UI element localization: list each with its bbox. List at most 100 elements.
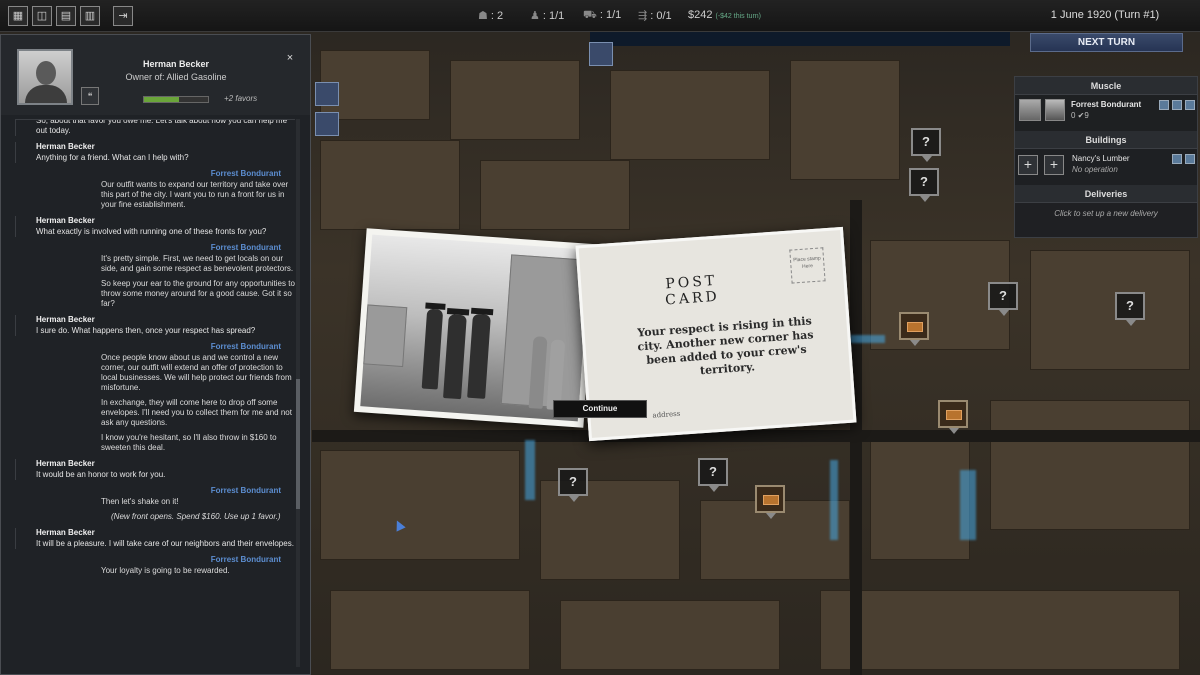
speaker-name: Herman Becker	[36, 216, 95, 225]
muscle-row[interactable]: Forrest Bondurant 0 ✔9	[1015, 95, 1197, 131]
person-icon[interactable]	[1185, 154, 1195, 164]
turn-date: 1 June 1920 (Turn #1)	[1050, 9, 1160, 21]
deliveries-header: Deliveries	[1015, 185, 1197, 203]
photo-building	[500, 254, 590, 410]
crate-icon	[763, 495, 779, 505]
message-text: Once people know about us and we control…	[101, 353, 292, 392]
map-icon[interactable]	[1172, 100, 1182, 110]
unknown-location-marker[interactable]: ?	[911, 128, 941, 162]
message-text: It will be a pleasure. I will take care …	[36, 539, 294, 548]
dialogue-message: Herman Becker It will be a pleasure. I wi…	[15, 528, 295, 549]
gun-icon[interactable]	[1185, 100, 1195, 110]
next-turn-button[interactable]: NEXT TURN	[1030, 33, 1183, 52]
muscle-icon: ♟	[530, 10, 540, 22]
dialogue-message: Forrest Bondurant Once people know about …	[15, 342, 295, 453]
dialogue-message: Forrest Bondurant It's pretty simple. Fir…	[15, 243, 295, 309]
message-text: I know you're hesitant, so I'll also thr…	[101, 433, 277, 452]
favor-bar	[143, 96, 209, 103]
dialogue-message: Forrest Bondurant Your loyalty is going t…	[15, 555, 295, 576]
territory-border	[830, 460, 838, 540]
postcard-title: POST CARD	[664, 272, 721, 309]
unknown-location-marker[interactable]: ?	[1115, 292, 1145, 326]
buildings-header: Buildings	[1015, 131, 1197, 149]
map-pin-thumb[interactable]	[589, 42, 613, 66]
add-operation-button[interactable]: +	[1044, 155, 1064, 175]
business-marker[interactable]	[755, 485, 785, 519]
add-building-button[interactable]: +	[1018, 155, 1038, 175]
speaker-name: Herman Becker	[36, 528, 95, 537]
close-button[interactable]: ×	[283, 51, 297, 65]
talk-icon[interactable]: ❝	[81, 87, 99, 105]
dialogue-message: So, about that favor you owe me. Let's t…	[15, 119, 295, 136]
scrollbar-thumb[interactable]	[296, 379, 300, 509]
city-block	[320, 450, 520, 560]
portrait-head	[36, 61, 56, 85]
exit-icon[interactable]: ⇥	[113, 6, 133, 26]
speaker-name: Forrest Bondurant	[210, 555, 281, 564]
building-name: Nancy's Lumber	[1072, 154, 1130, 163]
truck-icon: ⛟	[583, 9, 597, 21]
avatar	[1019, 99, 1041, 121]
building-row[interactable]: + + Nancy's Lumber No operation	[1015, 149, 1197, 185]
city-block	[820, 590, 1180, 670]
photo-figure	[467, 313, 491, 399]
unknown-location-marker[interactable]: ?	[698, 458, 728, 492]
money-change: (-$42 this turn)	[715, 13, 762, 20]
crew-value: 2	[497, 10, 504, 22]
message-text: What exactly is involved with running on…	[36, 227, 267, 236]
delivery-icon: ⇶	[638, 10, 648, 22]
scrollbar[interactable]	[296, 119, 300, 667]
report-icon[interactable]: ▥	[80, 6, 100, 26]
city-block	[450, 60, 580, 140]
dialogue-log[interactable]: So, about that favor you owe me. Let's t…	[15, 119, 295, 667]
system-note: (New front opens. Spend $160. Use up 1 f…	[111, 512, 281, 521]
crew-side-panel: Muscle Forrest Bondurant 0 ✔9 Buildings …	[1014, 76, 1198, 238]
city-block	[870, 440, 970, 560]
favor-count: +2 favors	[224, 94, 258, 103]
map-overlay-icon[interactable]: ◫	[32, 6, 52, 26]
stamp-box: Place stamp Here	[789, 247, 826, 284]
territory-border	[960, 470, 976, 540]
unknown-location-marker[interactable]: ?	[909, 168, 939, 202]
postcard-photo	[353, 228, 597, 428]
message-text: So, about that favor you owe me. Let's t…	[36, 119, 288, 135]
dialogue-message: Herman Becker It would be an honor to wor…	[15, 459, 295, 480]
dialogue-message: Herman Becker I sure do. What happens the…	[15, 315, 295, 336]
speaker-name: Herman Becker	[36, 142, 95, 151]
character-name: Herman Becker	[142, 59, 210, 69]
continue-button[interactable]: Continue	[553, 400, 647, 418]
photo-hat	[470, 307, 494, 316]
map-view-thumb[interactable]	[315, 112, 339, 136]
river	[590, 32, 1010, 46]
message-text: So keep your ear to the ground for any o…	[101, 279, 295, 308]
money-display: $242 (-$42 this turn)	[688, 9, 761, 21]
ledger-icon[interactable]: ▤	[56, 6, 76, 26]
message-text: Your loyalty is going to be rewarded.	[101, 566, 230, 575]
dialogue-message: Herman Becker What exactly is involved wi…	[15, 216, 295, 237]
crate-icon	[946, 410, 962, 420]
unknown-location-marker[interactable]: ?	[988, 282, 1018, 316]
message-text: I sure do. What happens then, once your …	[36, 326, 256, 335]
speaker-name: Forrest Bondurant	[210, 486, 281, 495]
dialogue-message: Herman Becker Anything for a friend. What…	[15, 142, 295, 163]
crew-count: ☗: 2	[478, 10, 504, 22]
city-block	[330, 590, 530, 670]
new-delivery-link[interactable]: Click to set up a new delivery	[1015, 203, 1197, 225]
character-role: Owner of: Allied Gasoline	[125, 72, 227, 82]
road	[312, 430, 1200, 442]
road	[850, 200, 862, 675]
map-view-thumb[interactable]	[315, 82, 339, 106]
vehicle-value: 1/1	[605, 9, 622, 21]
business-marker[interactable]	[938, 400, 968, 434]
city-block	[610, 70, 770, 160]
business-marker[interactable]	[899, 312, 929, 346]
muscle-header: Muscle	[1015, 77, 1197, 95]
map-icon[interactable]	[1172, 154, 1182, 164]
message-text: Anything for a friend. What can I help w…	[36, 153, 189, 162]
photo-figure	[443, 314, 467, 400]
person-icon[interactable]	[1159, 100, 1169, 110]
favor-bar-fill	[144, 97, 180, 102]
map-filter-icon[interactable]: ▦	[8, 6, 28, 26]
unknown-location-marker[interactable]: ?	[558, 468, 588, 502]
city-block	[480, 160, 630, 230]
